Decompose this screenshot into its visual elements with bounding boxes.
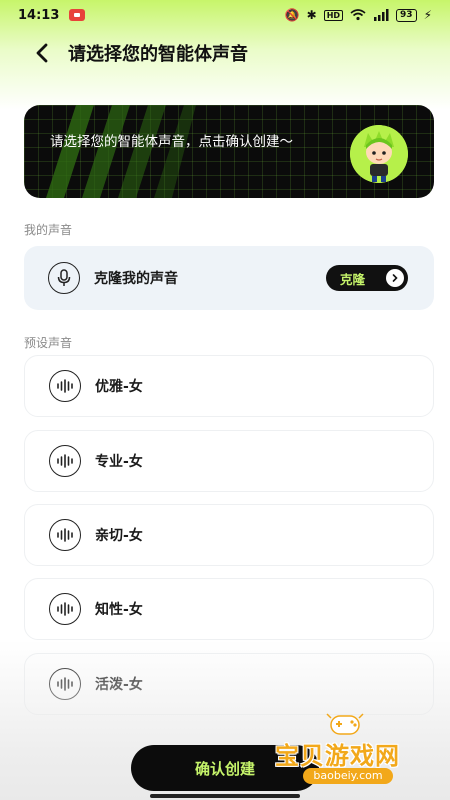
watermark-url: baobeiy.com — [303, 768, 393, 784]
page-title: 请选择您的智能体声音 — [68, 44, 248, 65]
avatar — [350, 125, 408, 183]
sound-wave-icon — [49, 593, 81, 625]
cartoon-character-icon — [350, 125, 408, 183]
preset-voice-label: 活泼-女 — [95, 677, 143, 693]
watermark-text: 宝贝游戏网 — [275, 742, 400, 770]
preset-voice-item[interactable]: 知性-女 — [24, 578, 434, 640]
microphone-icon — [48, 262, 80, 294]
my-voice-section-label: 我的声音 — [24, 223, 73, 237]
hd-badge: HD — [323, 9, 344, 21]
status-bar: 14:13 🔕 ✱ HD 93 ⚡ — [0, 0, 450, 30]
status-time: 14:13 — [18, 7, 60, 23]
status-icons: 🔕 ✱ HD 93 ⚡ — [284, 8, 432, 22]
sound-wave-icon — [49, 668, 81, 700]
banner-text: 请选择您的智能体声音，点击确认创建～ — [50, 134, 293, 150]
battery-indicator: 93 — [396, 8, 417, 22]
preset-voice-item[interactable]: 优雅-女 — [24, 355, 434, 417]
preset-voice-label: 专业-女 — [95, 454, 143, 470]
clone-button[interactable]: 克隆 — [326, 265, 408, 291]
sound-wave-icon — [49, 370, 81, 402]
watermark: 宝贝游戏网 baobeiy.com — [275, 710, 425, 790]
preset-voice-item[interactable]: 活泼-女 — [24, 653, 434, 715]
sound-wave-icon — [49, 519, 81, 551]
clone-button-label: 克隆 — [340, 271, 366, 287]
clone-voice-label: 克隆我的声音 — [94, 271, 178, 287]
chevron-right-icon — [386, 269, 404, 287]
preset-voice-label: 知性-女 — [95, 602, 143, 618]
charging-icon: ⚡ — [423, 8, 432, 22]
chevron-left-icon — [36, 43, 48, 63]
preset-voice-label: 优雅-女 — [95, 379, 143, 395]
clone-voice-card[interactable]: 克隆我的声音 克隆 — [24, 246, 434, 310]
mute-icon: 🔕 — [284, 8, 300, 22]
wifi-icon — [350, 9, 366, 21]
preset-voice-section-label: 预设声音 — [24, 336, 73, 350]
sound-wave-icon — [49, 445, 81, 477]
preset-voice-item[interactable]: 亲切-女 — [24, 504, 434, 566]
screen-record-icon — [69, 9, 86, 21]
bluetooth-icon: ✱ — [306, 8, 317, 22]
signal-icon — [374, 9, 389, 21]
intro-banner: 请选择您的智能体声音，点击确认创建～ — [24, 105, 434, 198]
preset-voice-item[interactable]: 专业-女 — [24, 430, 434, 492]
home-indicator[interactable] — [150, 794, 300, 798]
back-button[interactable] — [30, 41, 54, 65]
preset-voice-label: 亲切-女 — [95, 528, 143, 544]
confirm-create-label: 确认创建 — [194, 759, 255, 778]
header: 请选择您的智能体声音 — [0, 30, 450, 76]
